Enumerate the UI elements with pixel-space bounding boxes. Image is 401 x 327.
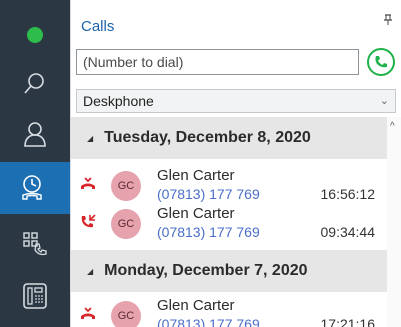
search-icon [24, 73, 44, 94]
date-group-header[interactable]: ◢ Tuesday, December 8, 2020 [71, 117, 387, 159]
avatar: GC [111, 171, 141, 201]
dialpad-icon [23, 232, 47, 256]
avatar: GC [111, 209, 141, 239]
call-time: 16:56:12 [320, 186, 376, 202]
rail-contacts[interactable] [0, 108, 70, 160]
left-rail [0, 0, 70, 327]
status-online-icon [27, 27, 43, 43]
rail-phone[interactable] [0, 270, 70, 322]
call-button[interactable] [367, 48, 395, 76]
caller-number-link[interactable]: (07813) 177 769 [157, 316, 260, 327]
call-row[interactable]: GC Glen Carter (07813) 177 769 09:34:44 [71, 201, 387, 247]
collapse-triangle-icon: ◢ [87, 133, 94, 143]
date-group-header[interactable]: ◢ Monday, December 7, 2020 [71, 250, 387, 292]
caller-number-link[interactable]: (07813) 177 769 [157, 186, 260, 202]
incoming-call-icon [81, 214, 96, 228]
dial-input[interactable] [76, 49, 359, 75]
call-history-list: ◢ Tuesday, December 8, 2020 GC Glen Cart… [71, 117, 387, 327]
pin-icon[interactable] [383, 14, 393, 29]
avatar: GC [111, 301, 141, 327]
phone-icon [375, 56, 387, 68]
date-group-label: Monday, December 7, 2020 [104, 262, 308, 279]
calls-panel: Calls Deskphone ⌄ ◢ Tuesday, December 8,… [70, 0, 401, 327]
desk-phone-icon [23, 283, 47, 309]
rail-search[interactable] [0, 58, 70, 110]
missed-call-icon [81, 177, 95, 189]
panel-title: Calls [81, 18, 115, 35]
contacts-icon [24, 122, 46, 147]
call-time: 17:21:16 [320, 316, 376, 327]
presence-status[interactable] [0, 9, 70, 61]
rail-calls[interactable] [0, 162, 70, 214]
list-scrollbar[interactable]: ^ [387, 117, 401, 327]
caller-number-link[interactable]: (07813) 177 769 [157, 224, 260, 240]
caller-name: Glen Carter [157, 167, 235, 184]
caller-name: Glen Carter [157, 297, 235, 314]
device-select-value: Deskphone [83, 93, 154, 109]
caller-name: Glen Carter [157, 205, 235, 222]
scroll-up-icon[interactable]: ^ [390, 121, 395, 132]
rail-dialpad-contacts[interactable] [0, 218, 70, 270]
call-time: 09:34:44 [320, 224, 376, 240]
call-row[interactable]: GC Glen Carter (07813) 177 769 17:21:16 [71, 293, 387, 327]
missed-call-icon [81, 307, 95, 319]
date-group-label: Tuesday, December 8, 2020 [104, 129, 311, 146]
device-select[interactable]: Deskphone ⌄ [76, 89, 396, 113]
chevron-down-icon: ⌄ [379, 95, 389, 107]
call-history-icon [22, 175, 42, 200]
collapse-triangle-icon: ◢ [87, 266, 94, 276]
